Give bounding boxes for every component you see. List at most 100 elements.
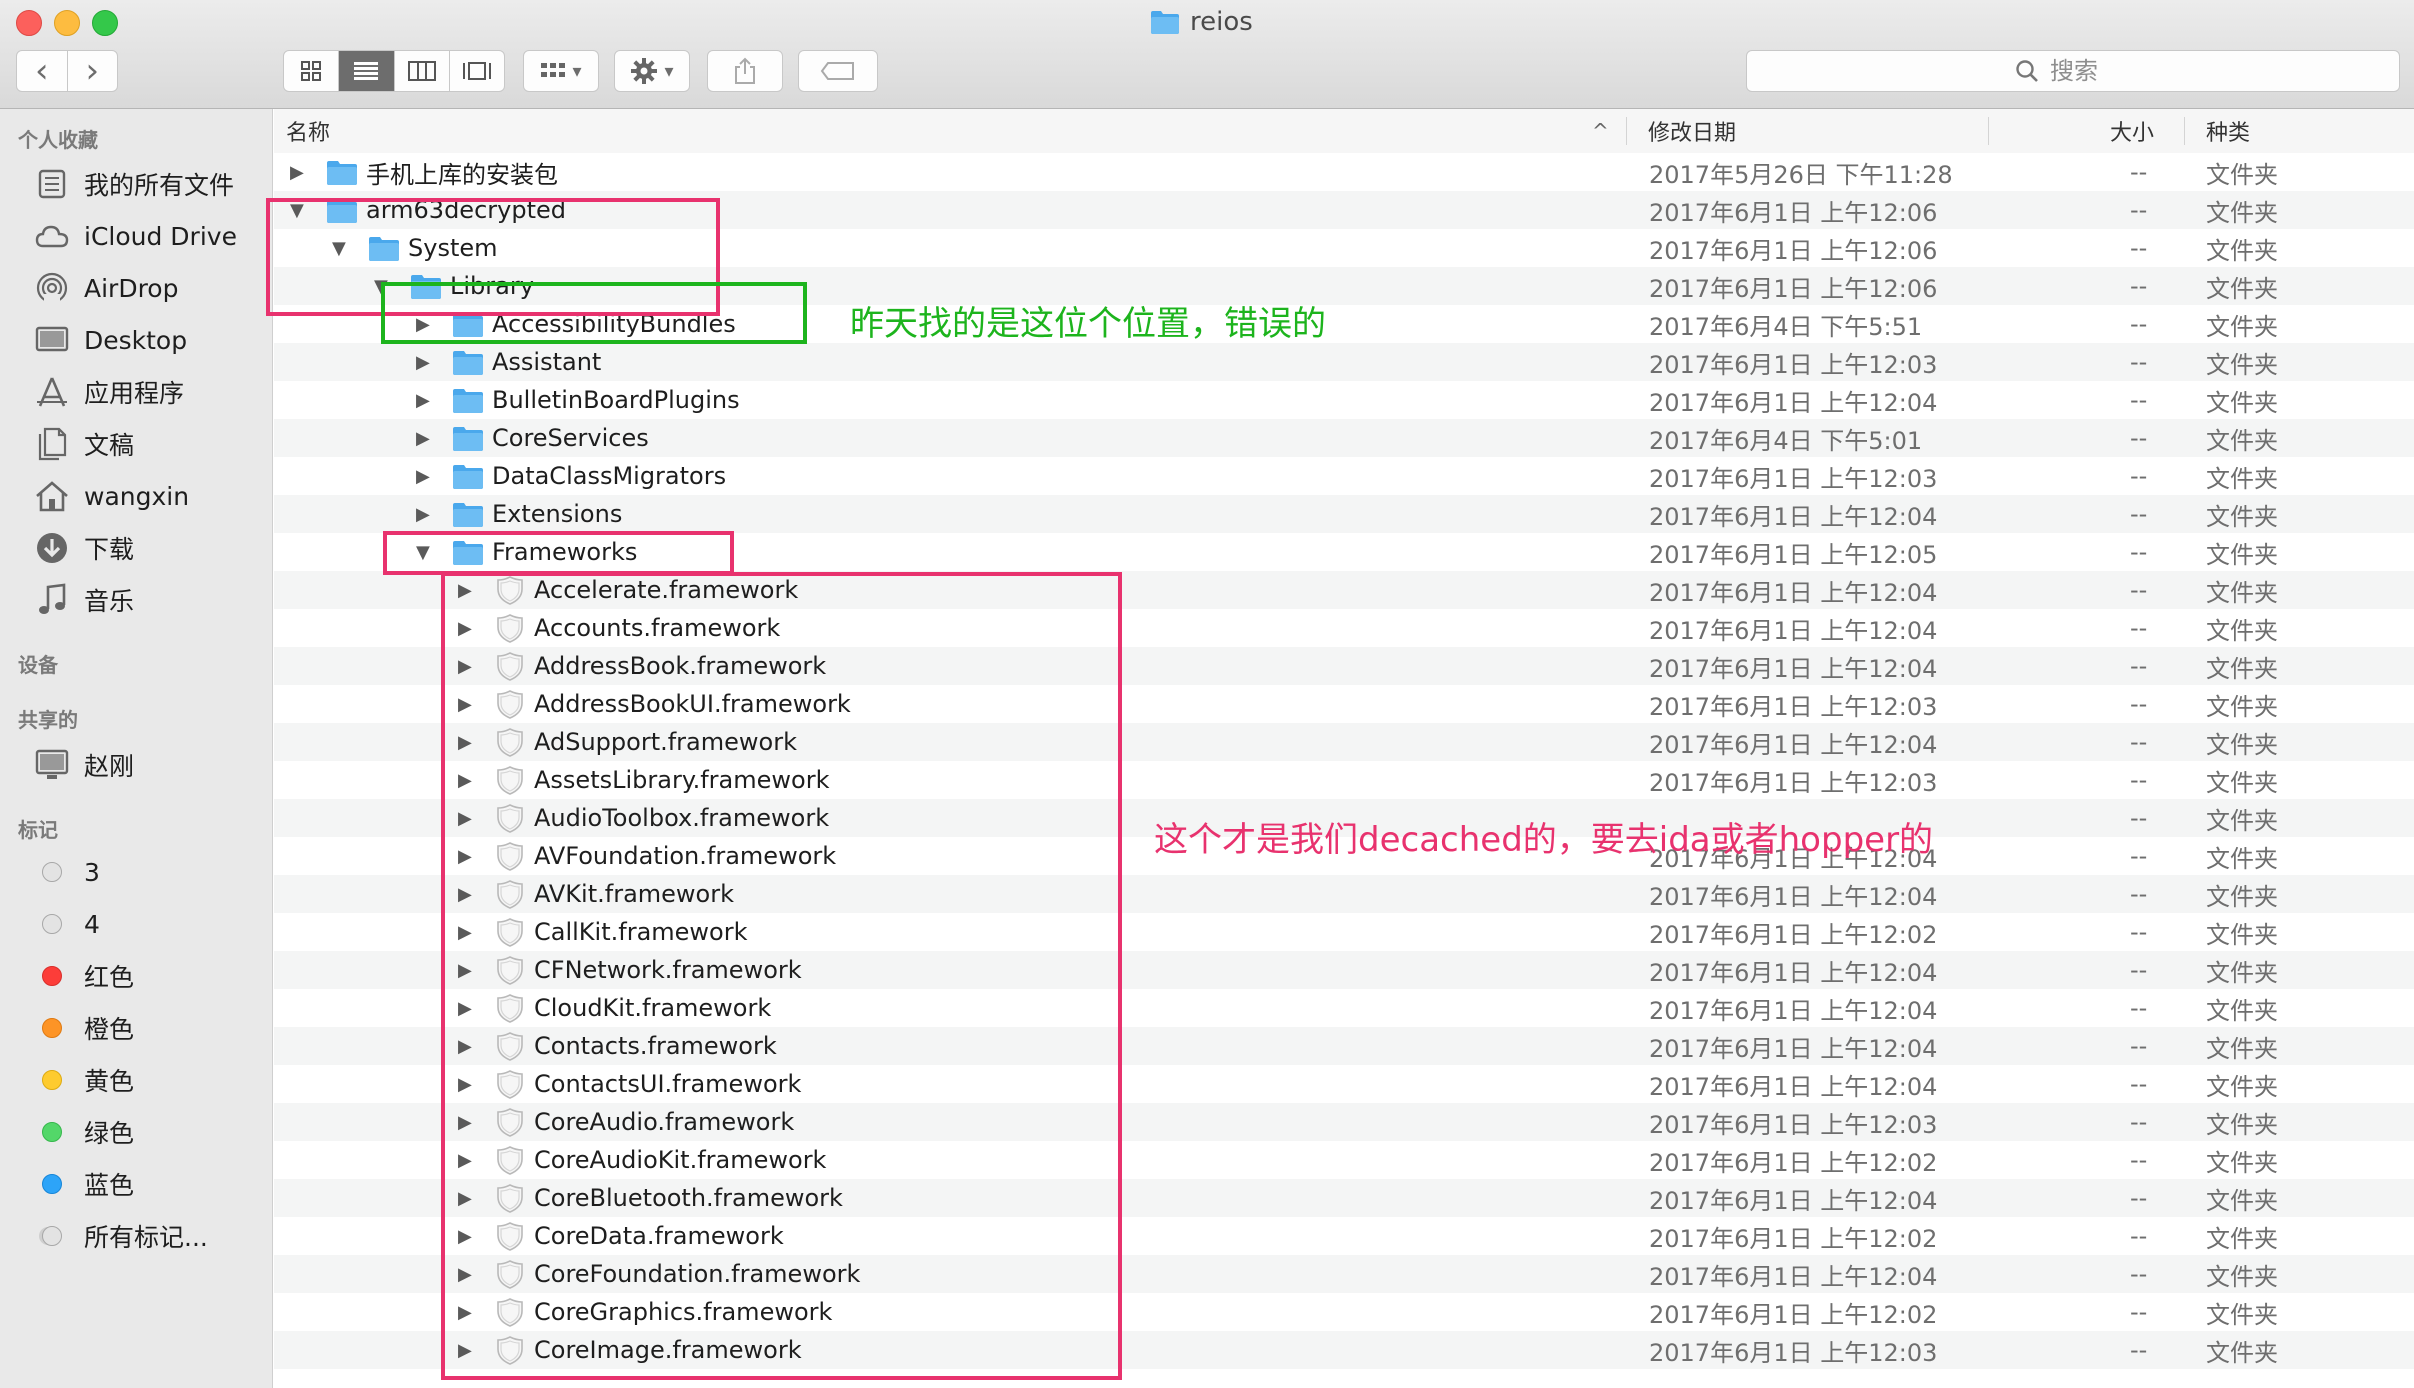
edit-tags-button[interactable] — [798, 50, 878, 92]
file-modified-date: 2017年6月1日 上午12:03 — [1649, 350, 1938, 379]
close-window-button[interactable] — [16, 10, 42, 36]
table-row[interactable]: ▶ BulletinBoardPlugins 2017年6月1日 上午12:04 --… — [274, 381, 2414, 419]
file-size: -- — [2130, 1298, 2148, 1326]
column-header-size[interactable]: 大小 — [2110, 109, 2154, 153]
tag-color-dot-icon — [42, 1174, 62, 1194]
folder-icon — [453, 351, 483, 375]
sidebar-tag-4[interactable]: 4 — [34, 904, 100, 944]
sidebar-item-icloud-drive[interactable]: iCloud Drive — [34, 216, 237, 256]
sidebar-tag-red[interactable]: 红色 — [34, 956, 134, 996]
tags-heading: 标记 — [18, 818, 58, 842]
sidebar-item-applications[interactable]: 应用程序 — [34, 372, 184, 412]
list-view-icon — [354, 62, 379, 80]
file-modified-date: 2017年6月1日 上午12:03 — [1649, 1338, 1938, 1367]
file-size: -- — [2130, 1032, 2148, 1060]
favorites-heading: 个人收藏 — [18, 128, 98, 152]
file-kind: 文件夹 — [2206, 1224, 2278, 1253]
cloud-icon — [34, 218, 70, 254]
chevron-down-icon: ▾ — [572, 60, 582, 82]
file-size: -- — [2130, 880, 2148, 908]
sidebar-item-label: 红色 — [84, 963, 135, 992]
devices-heading: 设备 — [18, 653, 58, 677]
sidebar-item-label: Desktop — [84, 325, 188, 355]
sidebar-item-airdrop[interactable]: AirDrop — [34, 268, 178, 308]
table-row[interactable]: ▶ Assistant 2017年6月1日 上午12:03 -- 文件夹 — [274, 343, 2414, 381]
sidebar-tag-all-tags[interactable]: 所有标记... — [34, 1216, 208, 1256]
disclosure-collapsed-icon[interactable]: ▶ — [290, 153, 304, 191]
gallery-view-button[interactable] — [450, 51, 504, 91]
search-field[interactable] — [1746, 50, 2400, 92]
navigation-buttons: ‹ › — [16, 50, 118, 92]
file-modified-date: 2017年6月1日 上午12:04 — [1649, 730, 1938, 759]
table-row[interactable]: ▶ 手机上库的安装包 2017年5月26日 下午11:28 -- 文件夹 — [274, 153, 2414, 191]
column-view-button[interactable] — [395, 51, 450, 91]
column-header-name[interactable]: 名称 — [286, 109, 330, 153]
table-row[interactable]: ▶ CoreServices 2017年6月4日 下午5:01 -- 文件夹 — [274, 419, 2414, 457]
music-icon — [34, 582, 70, 618]
file-modified-date: 2017年6月1日 上午12:03 — [1649, 464, 1938, 493]
sidebar-item-documents[interactable]: 文稿 — [34, 424, 134, 464]
file-modified-date: 2017年6月1日 上午12:04 — [1649, 1072, 1938, 1101]
file-size: -- — [2130, 1222, 2148, 1250]
zoom-window-button[interactable] — [92, 10, 118, 36]
gear-icon — [631, 58, 658, 84]
file-modified-date: 2017年6月1日 上午12:02 — [1649, 1148, 1938, 1177]
sidebar-tag-green[interactable]: 绿色 — [34, 1112, 134, 1152]
file-kind: 文件夹 — [2206, 1072, 2278, 1101]
file-size: -- — [2130, 690, 2148, 718]
back-icon: ‹ — [34, 51, 49, 91]
disclosure-collapsed-icon[interactable]: ▶ — [416, 495, 430, 533]
table-row[interactable]: ▶ Extensions 2017年6月1日 上午12:04 -- 文件夹 — [274, 495, 2414, 533]
file-size: -- — [2130, 918, 2148, 946]
back-button[interactable]: ‹ — [17, 51, 68, 91]
sidebar-item-shared-computer[interactable]: 赵刚 — [34, 745, 134, 785]
documents-icon — [34, 426, 70, 462]
column-divider — [1626, 117, 1627, 145]
share-button[interactable] — [707, 50, 783, 92]
table-row[interactable]: ▶ DataClassMigrators 2017年6月1日 上午12:03 -- 文件… — [274, 457, 2414, 495]
sidebar-item-music[interactable]: 音乐 — [34, 580, 134, 620]
applications-icon — [34, 374, 70, 410]
sidebar-item-desktop[interactable]: Desktop — [34, 320, 187, 360]
sidebar-item-all-files[interactable]: 我的所有文件 — [34, 164, 234, 204]
file-size: -- — [2130, 310, 2148, 338]
column-header-modified[interactable]: 修改日期 — [1648, 109, 1736, 153]
file-modified-date: 2017年6月1日 上午12:03 — [1649, 1110, 1938, 1139]
arrange-button[interactable]: ▾ — [523, 50, 599, 92]
file-modified-date: 2017年6月1日 上午12:02 — [1649, 1224, 1938, 1253]
file-kind: 文件夹 — [2206, 1338, 2278, 1367]
icon-view-button[interactable] — [284, 51, 340, 91]
column-header-kind[interactable]: 种类 — [2206, 109, 2250, 153]
sidebar-tag-3[interactable]: 3 — [34, 852, 100, 892]
action-button[interactable]: ▾ — [614, 50, 690, 92]
file-kind: 文件夹 — [2206, 730, 2278, 759]
minimize-window-button[interactable] — [54, 10, 80, 36]
list-view-button[interactable] — [339, 51, 395, 91]
disclosure-collapsed-icon[interactable]: ▶ — [416, 419, 430, 457]
disclosure-collapsed-icon[interactable]: ▶ — [416, 343, 430, 381]
sidebar-item-downloads[interactable]: 下载 — [34, 528, 134, 568]
sidebar-tag-yellow[interactable]: 黄色 — [34, 1060, 134, 1100]
sidebar-item-label: 下载 — [84, 535, 135, 564]
disclosure-collapsed-icon[interactable]: ▶ — [416, 457, 430, 495]
file-size: -- — [2130, 804, 2148, 832]
sidebar-tag-blue[interactable]: 蓝色 — [34, 1164, 134, 1204]
sidebar-item-home[interactable]: wangxin — [34, 476, 189, 516]
share-icon — [735, 57, 755, 84]
file-kind: 文件夹 — [2206, 654, 2278, 683]
file-size: -- — [2130, 614, 2148, 642]
file-kind: 文件夹 — [2206, 1186, 2278, 1215]
file-modified-date: 2017年6月1日 上午12:06 — [1649, 198, 1938, 227]
column-header: 名称 ^ 修改日期 大小 种类 — [274, 109, 2414, 154]
file-modified-date: 2017年6月1日 上午12:05 — [1649, 540, 1938, 569]
search-icon — [2016, 60, 2038, 82]
file-size: -- — [2130, 348, 2148, 376]
forward-button[interactable]: › — [68, 51, 118, 91]
sidebar-tag-orange[interactable]: 橙色 — [34, 1008, 134, 1048]
tag-color-dot-icon — [42, 1070, 62, 1090]
search-input[interactable] — [2048, 56, 2132, 86]
file-kind: 文件夹 — [2206, 692, 2278, 721]
folder-icon — [327, 161, 357, 185]
file-kind: 文件夹 — [2206, 350, 2278, 379]
disclosure-collapsed-icon[interactable]: ▶ — [416, 381, 430, 419]
